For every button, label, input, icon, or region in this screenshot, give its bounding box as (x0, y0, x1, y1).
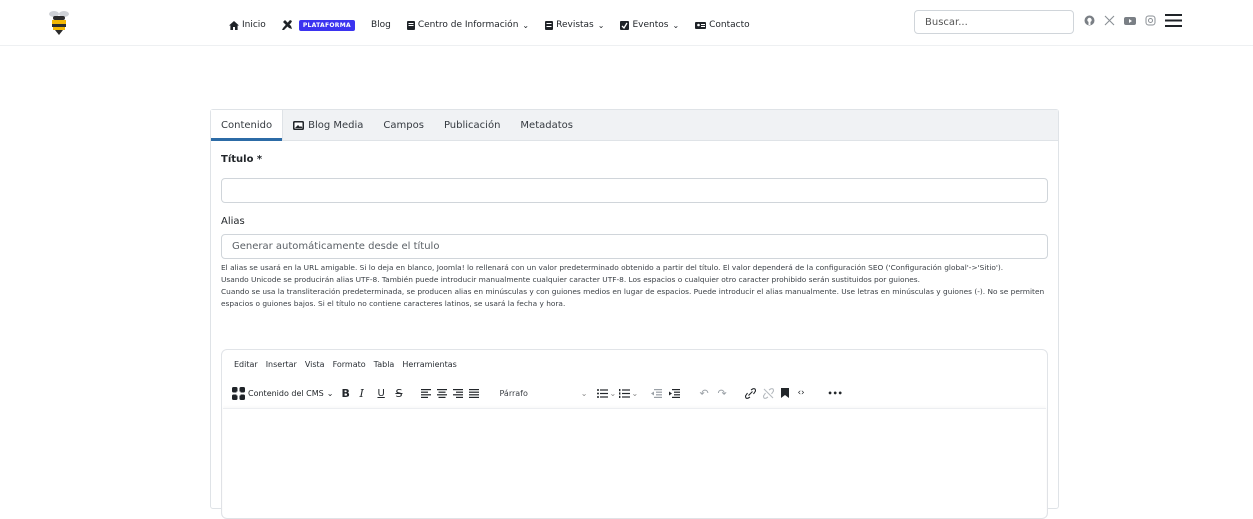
x-icon[interactable] (1104, 15, 1115, 26)
cms-content-label: Contenido del CMS (248, 388, 324, 398)
home-icon (229, 20, 239, 30)
menu-insertar[interactable]: Insertar (266, 360, 297, 369)
alias-help-line-3: Cuando se usa la transliteración predete… (221, 287, 1045, 308)
menu-editar[interactable]: Editar (234, 360, 258, 369)
hamburger-menu-icon[interactable] (1165, 14, 1182, 27)
chevron-down-icon: ⌄ (631, 388, 639, 398)
align-justify-icon[interactable] (469, 384, 495, 402)
nav-plataforma[interactable]: PLATAFORMA (281, 19, 355, 31)
calendar-check-icon (620, 20, 630, 30)
menu-herramientas[interactable]: Herramientas (402, 360, 457, 369)
nav-contacto-label: Contacto (709, 20, 750, 30)
redo-icon[interactable]: ↷ (717, 384, 745, 402)
more-options-button[interactable]: ••• (827, 384, 845, 402)
instagram-icon[interactable] (1145, 15, 1156, 26)
github-icon[interactable] (1084, 15, 1095, 26)
indent-icon[interactable] (669, 384, 699, 402)
tab-campos-label: Campos (383, 119, 424, 131)
italic-button[interactable]: I (359, 384, 377, 402)
numbered-list-icon[interactable]: ⌄ (619, 384, 651, 402)
nav-blog-label: Blog (370, 20, 391, 30)
undo-icon[interactable]: ↶ (699, 384, 717, 402)
chevron-down-icon: ⌄ (522, 20, 530, 30)
search-placeholder: Buscar... (925, 16, 968, 28)
title-input[interactable] (221, 178, 1048, 203)
tab-metadatos[interactable]: Metadatos (510, 110, 583, 140)
tab-publicacion[interactable]: Publicación (434, 110, 510, 140)
chevron-down-icon: ⌄ (580, 388, 588, 398)
tools-icon (281, 19, 292, 30)
required-mark: * (253, 154, 263, 165)
nav-centro-label: Centro de Información (417, 20, 519, 30)
nav-blog[interactable]: Blog (371, 20, 391, 30)
unlink-icon[interactable] (763, 384, 781, 402)
book-icon (406, 20, 415, 30)
tab-blog-media-label: Blog Media (308, 119, 364, 131)
tab-publicacion-label: Publicación (443, 119, 501, 131)
alias-help-line-2: Usando Unicode se producirán alias UTF-8… (221, 275, 921, 284)
title-label: Título * (221, 154, 262, 165)
nav-inicio-label: Inicio (242, 20, 266, 30)
cms-content-button[interactable]: Contenido del CMS ⌄ (232, 384, 333, 402)
search-input[interactable]: Buscar... (914, 10, 1074, 34)
tab-contenido-label: Contenido (221, 119, 273, 131)
menu-formato[interactable]: Formato (333, 360, 366, 369)
alias-input[interactable]: Generar automáticamente desde el título (221, 234, 1048, 259)
nav-centro-informacion[interactable]: Centro de Información ⌄ (406, 20, 530, 30)
nav-contacto[interactable]: Contacto (695, 20, 750, 30)
block-format-select[interactable]: Párrafo ⌄ (495, 384, 591, 402)
magazine-icon (545, 20, 554, 30)
alias-placeholder: Generar automáticamente desde el título (232, 241, 440, 252)
align-center-icon[interactable] (437, 384, 453, 402)
contact-card-icon (695, 21, 707, 29)
align-right-icon[interactable] (453, 384, 469, 402)
social-links (1084, 14, 1191, 27)
underline-button[interactable]: U (377, 384, 395, 402)
bullet-list-icon[interactable]: ⌄ (597, 384, 619, 402)
tab-campos[interactable]: Campos (373, 110, 434, 140)
image-icon (293, 120, 305, 130)
tab-metadatos-label: Metadatos (520, 119, 573, 131)
strikethrough-button[interactable]: S (395, 384, 421, 402)
title-label-text: Título (221, 154, 254, 165)
menu-vista[interactable]: Vista (305, 360, 325, 369)
editor-toolbar: Contenido del CMS ⌄ B I U S Párrafo ⌄ ⌄ … (232, 384, 845, 402)
site-header: Inicio PLATAFORMA Blog Centro de Informa… (0, 0, 1253, 46)
edit-tabs: Contenido Blog Media Campos Publicación … (211, 110, 1058, 141)
chevron-down-icon: ⌄ (672, 20, 680, 30)
bookmark-icon[interactable] (781, 384, 797, 402)
source-code-icon[interactable]: ‹› (797, 384, 827, 402)
nav-eventos[interactable]: Eventos ⌄ (620, 20, 679, 30)
chevron-down-icon: ⌄ (609, 388, 617, 398)
tab-contenido[interactable]: Contenido (211, 110, 284, 141)
tab-blog-media[interactable]: Blog Media (283, 110, 373, 140)
menu-tabla[interactable]: Tabla (374, 360, 395, 369)
nav-eventos-label: Eventos (632, 20, 669, 30)
nav-revistas[interactable]: Revistas ⌄ (545, 20, 604, 30)
editor-content-area[interactable] (223, 408, 1046, 518)
joomla-icon (232, 386, 245, 400)
chevron-down-icon: ⌄ (326, 388, 334, 398)
nav-inicio[interactable]: Inicio (229, 20, 266, 30)
chevron-down-icon: ⌄ (597, 20, 605, 30)
link-icon[interactable] (745, 384, 763, 402)
nav-revistas-label: Revistas (556, 20, 594, 30)
bold-button[interactable]: B (341, 384, 359, 402)
main-nav: Inicio PLATAFORMA Blog Centro de Informa… (229, 18, 766, 32)
alias-help-line-1: El alias se usará en la URL amigable. Si… (221, 263, 1004, 272)
alias-help: El alias se usará en la URL amigable. Si… (221, 262, 1051, 310)
plataforma-badge: PLATAFORMA (298, 19, 355, 31)
alias-label: Alias (221, 216, 245, 227)
block-format-value: Párrafo (499, 388, 528, 398)
outdent-icon[interactable] (651, 384, 669, 402)
bee-logo[interactable] (47, 8, 71, 36)
article-edit-card: Contenido Blog Media Campos Publicación … (210, 109, 1059, 519)
editor-menubar: Editar Insertar Vista Formato Tabla Herr… (234, 360, 465, 369)
align-left-icon[interactable] (421, 384, 437, 402)
youtube-icon[interactable] (1124, 16, 1136, 26)
